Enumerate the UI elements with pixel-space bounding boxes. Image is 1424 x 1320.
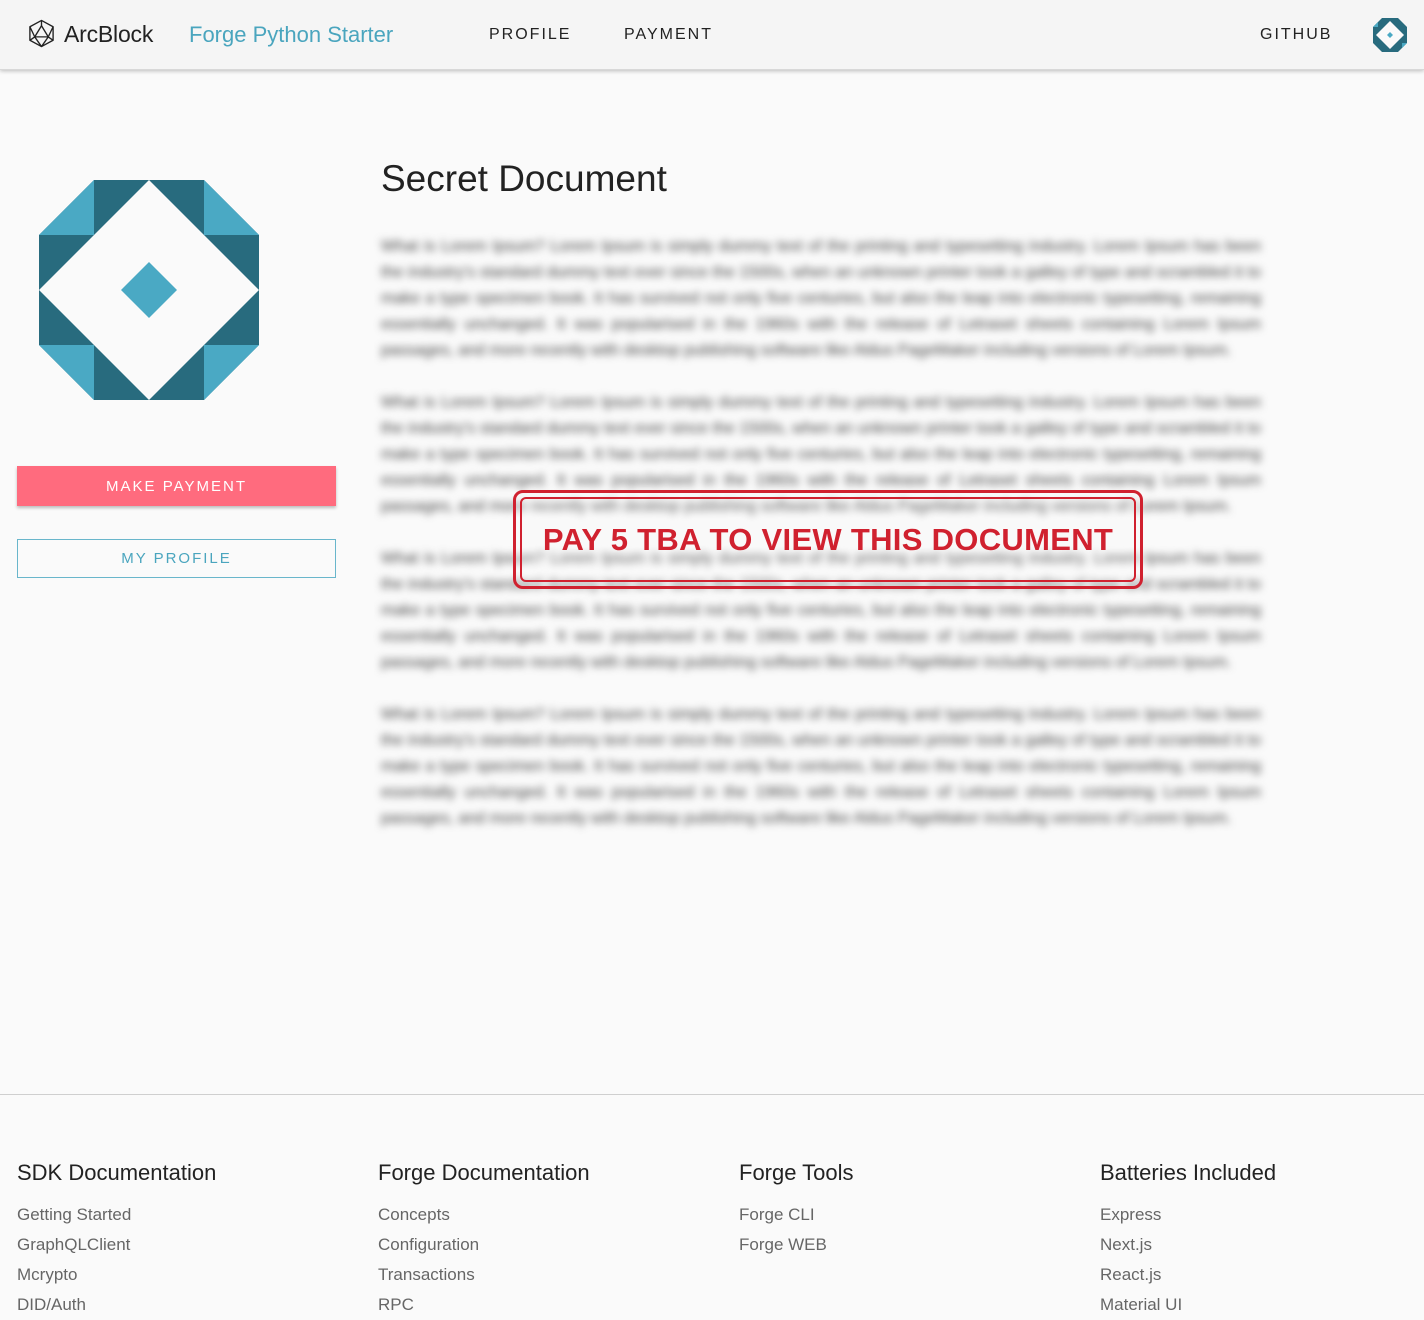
- document-paragraph: What is Lorem Ipsum? Lorem Ipsum is simp…: [381, 706, 1261, 827]
- identicon-avatar-icon: [39, 180, 259, 400]
- nav-profile-link[interactable]: PROFILE: [489, 26, 571, 44]
- document-title: Secret Document: [381, 158, 667, 199]
- footer-link[interactable]: Transactions: [378, 1260, 590, 1290]
- top-app-bar: ArcBlock Forge Python Starter PROFILE PA…: [0, 0, 1424, 70]
- footer-column-title: SDK Documentation: [17, 1160, 217, 1185]
- footer-column-sdk: SDK Documentation Getting Started GraphQ…: [17, 1160, 216, 1320]
- footer-link[interactable]: Forge WEB: [739, 1230, 854, 1260]
- footer-link[interactable]: Concepts: [378, 1200, 590, 1230]
- footer-column-batteries: Batteries Included Express Next.js React…: [1100, 1160, 1276, 1320]
- footer-column-title: Forge Documentation: [378, 1160, 590, 1185]
- paywall-stamp-inner: PAY 5 TBA TO VIEW THIS DOCUMENT: [520, 497, 1136, 582]
- footer-link[interactable]: Getting Started: [17, 1200, 216, 1230]
- footer-link[interactable]: Forge CLI: [739, 1200, 854, 1230]
- paywall-stamp-text: PAY 5 TBA TO VIEW THIS DOCUMENT: [542, 521, 1114, 557]
- footer-link[interactable]: RPC: [378, 1290, 590, 1320]
- document-paragraph: What is Lorem Ipsum? Lorem Ipsum is simp…: [381, 238, 1261, 359]
- user-avatar-icon[interactable]: [1373, 18, 1407, 52]
- footer-link[interactable]: GraphQLClient: [17, 1230, 216, 1260]
- nav-github-link[interactable]: GITHUB: [1260, 26, 1332, 44]
- arcblock-logo-icon[interactable]: [27, 19, 56, 48]
- footer-link[interactable]: React.js: [1100, 1260, 1276, 1290]
- nav-payment-link[interactable]: PAYMENT: [624, 26, 713, 44]
- my-profile-button[interactable]: MY PROFILE: [17, 539, 336, 578]
- footer-column-forge-docs: Forge Documentation Concepts Configurati…: [378, 1160, 590, 1320]
- footer-link[interactable]: Express: [1100, 1200, 1276, 1230]
- footer-link[interactable]: DID/Auth: [17, 1290, 216, 1320]
- footer-link[interactable]: Next.js: [1100, 1230, 1276, 1260]
- brand-name[interactable]: ArcBlock: [64, 21, 153, 48]
- footer-link[interactable]: Mcrypto: [17, 1260, 216, 1290]
- make-payment-button[interactable]: MAKE PAYMENT: [17, 466, 336, 506]
- footer-link[interactable]: Material UI: [1100, 1290, 1276, 1320]
- footer-column-title: Forge Tools: [739, 1160, 854, 1185]
- footer-divider: [0, 1094, 1424, 1095]
- footer-link[interactable]: Configuration: [378, 1230, 590, 1260]
- footer-column-forge-tools: Forge Tools Forge CLI Forge WEB: [739, 1160, 854, 1260]
- app-title[interactable]: Forge Python Starter: [189, 22, 393, 48]
- footer-column-title: Batteries Included: [1100, 1160, 1277, 1185]
- paywall-stamp: PAY 5 TBA TO VIEW THIS DOCUMENT: [513, 490, 1143, 589]
